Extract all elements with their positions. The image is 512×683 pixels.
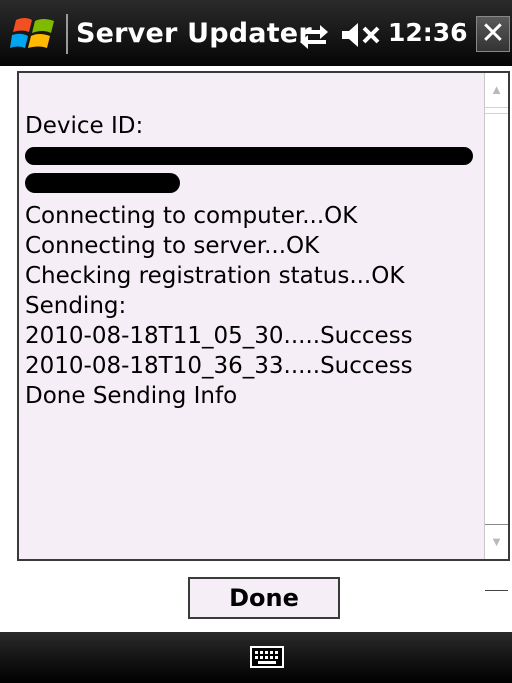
vertical-scrollbar[interactable]: ▲ ▼ (484, 73, 508, 591)
connectivity-arrows-icon[interactable] (298, 20, 330, 50)
keyboard-icon[interactable] (250, 646, 284, 668)
log-textbox[interactable]: Device ID: Connecting to computer...OK C… (17, 71, 510, 591)
title-separator (66, 14, 68, 54)
log-line: Checking registration status...OK (25, 263, 405, 289)
clock: 12:36 (388, 18, 468, 47)
log-line: Done Sending Info (25, 383, 238, 409)
scroll-down-arrow-icon[interactable]: ▼ (485, 524, 508, 559)
done-button[interactable]: Done (188, 577, 340, 619)
redaction-mark (25, 147, 473, 165)
log-line: Device ID: (25, 113, 144, 139)
redaction-mark (25, 173, 180, 193)
close-button[interactable]: ✕ (476, 16, 510, 52)
scroll-thumb[interactable] (485, 113, 508, 591)
bottom-menu-bar (0, 632, 512, 683)
log-line: Connecting to server...OK (25, 233, 320, 259)
log-line: Sending: (25, 293, 127, 319)
log-line: 2010-08-18T11_05_30.....Success (25, 323, 413, 349)
title-bar: Server Updater 12:36 ✕ (0, 0, 512, 66)
log-line: 2010-08-18T10_36_33.....Success (25, 353, 413, 379)
speaker-muted-icon[interactable] (340, 20, 384, 50)
log-line: Connecting to computer...OK (25, 203, 358, 229)
windows-start-icon[interactable] (10, 14, 60, 54)
app-title: Server Updater (76, 18, 312, 49)
scroll-up-arrow-icon[interactable]: ▲ (485, 73, 508, 108)
